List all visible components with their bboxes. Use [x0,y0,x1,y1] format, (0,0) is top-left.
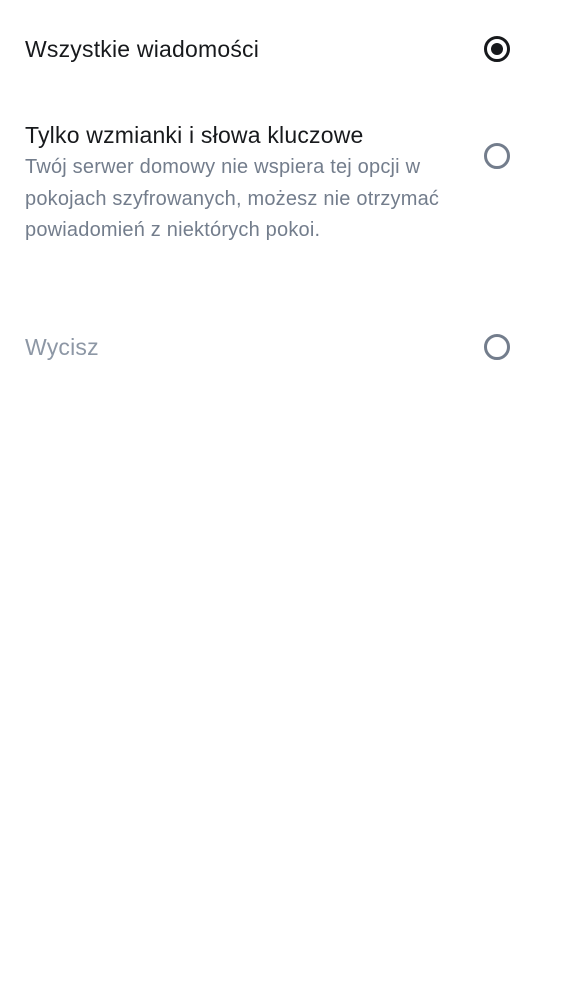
radio-mute [484,334,510,360]
radio-all-messages[interactable] [484,36,510,62]
notification-settings-screen: Wszystkie wiadomości Tylko wzmianki i sł… [0,0,562,1000]
radio-mentions-keywords[interactable] [484,143,510,169]
option-mute-label: Wycisz [25,334,99,360]
option-mentions-keywords-description: Twój serwer domowy nie wspiera tej opcji… [25,156,440,241]
option-mute: Wycisz [0,300,562,395]
option-all-messages-label: Wszystkie wiadomości [25,36,260,62]
option-mentions-keywords-label: Tylko wzmianki i słowa kluczowe [25,122,364,148]
option-all-messages[interactable]: Wszystkie wiadomości [0,0,562,100]
option-mentions-keywords[interactable]: Tylko wzmianki i słowa kluczowe Twój ser… [0,100,562,300]
